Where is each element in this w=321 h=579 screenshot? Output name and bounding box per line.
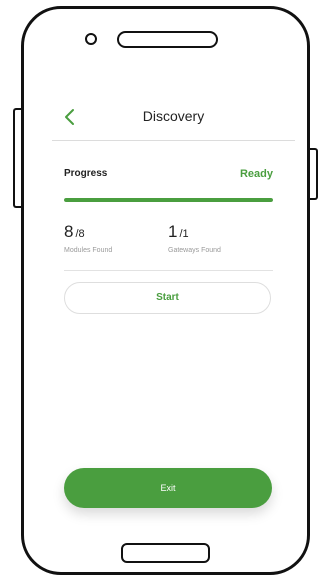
phone-camera (85, 33, 97, 45)
modules-found-value: 8 (64, 222, 74, 241)
progress-bar-fill (64, 198, 273, 202)
modules-found-caption: Modules Found (64, 247, 113, 254)
gateways-found-total: /1 (179, 228, 189, 240)
exit-button[interactable]: Exit (64, 468, 272, 508)
phone-side-button-left (13, 108, 21, 208)
divider (64, 270, 273, 271)
progress-bar (64, 198, 273, 202)
status-label: Ready (239, 168, 273, 180)
gateways-found-caption: Gateways Found (168, 247, 221, 254)
phone-speaker (117, 31, 218, 48)
gateways-found-stat: 1/1 Gateways Found (168, 222, 221, 254)
header-bar: Discovery (52, 100, 295, 141)
phone-home-button (121, 543, 210, 563)
modules-found-stat: 8/8 Modules Found (64, 222, 112, 254)
page-title: Discovery (142, 108, 205, 124)
start-button[interactable]: Start (64, 282, 271, 314)
phone-side-button-right (310, 148, 318, 200)
screen: Discovery Progress Ready 8/8 Modules Fou… (0, 0, 321, 579)
modules-found-total: /8 (75, 228, 85, 240)
progress-label: Progress (64, 168, 108, 179)
progress-row: Progress Ready (64, 168, 273, 184)
gateways-found-value: 1 (168, 222, 178, 241)
